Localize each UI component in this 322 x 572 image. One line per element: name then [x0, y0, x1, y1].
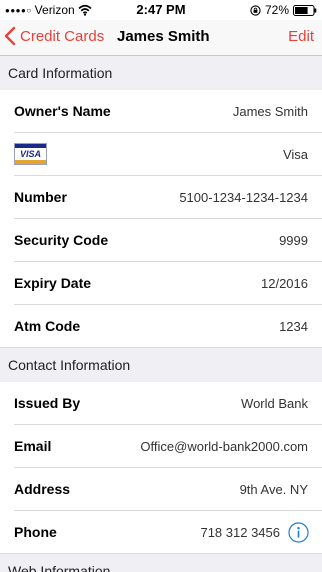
- phone-label: Phone: [14, 524, 57, 540]
- expiry-date-label: Expiry Date: [14, 275, 92, 291]
- row-expiry-date[interactable]: Expiry Date 12/2016: [0, 262, 322, 305]
- address-value: 9th Ave. NY: [239, 482, 308, 497]
- row-owner-name[interactable]: Owner's Name James Smith: [0, 90, 322, 133]
- atm-code-value: 1234: [279, 319, 308, 334]
- card-number-label: Number: [14, 189, 67, 205]
- back-button-label: Credit Cards: [20, 27, 105, 45]
- rotation-lock-icon: [250, 4, 261, 16]
- phone-value[interactable]: 718 312 3456: [200, 511, 280, 554]
- row-card-brand[interactable]: VISA Visa: [0, 133, 322, 176]
- email-value[interactable]: Office@world-bank2000.com: [140, 425, 308, 468]
- navigation-bar: Credit Cards James Smith Edit: [0, 20, 322, 56]
- card-number-value: 5100-1234-1234-1234: [179, 190, 308, 205]
- email-label: Email: [14, 438, 52, 454]
- security-code-value: 9999: [279, 233, 308, 248]
- row-atm-code[interactable]: Atm Code 1234: [0, 305, 322, 348]
- card-brand-value: Visa: [282, 147, 308, 162]
- visa-logo-text: VISA: [19, 149, 41, 159]
- visa-logo-icon: VISA: [14, 143, 47, 165]
- chevron-left-icon: [4, 26, 16, 46]
- battery-fill: [295, 6, 308, 14]
- security-code-label: Security Code: [14, 232, 109, 248]
- owner-name-value: James Smith: [232, 104, 308, 119]
- row-email[interactable]: Email Office@world-bank2000.com: [0, 425, 322, 468]
- address-label: Address: [14, 481, 71, 497]
- row-card-number[interactable]: Number 5100-1234-1234-1234: [0, 176, 322, 219]
- status-right: 72%: [250, 3, 317, 17]
- issued-by-label: Issued By: [14, 395, 81, 411]
- row-phone[interactable]: Phone 718 312 3456: [0, 511, 322, 554]
- edit-button[interactable]: Edit: [288, 28, 314, 45]
- info-circle-icon[interactable]: [288, 522, 309, 543]
- owner-name-label: Owner's Name: [14, 103, 111, 119]
- row-security-code[interactable]: Security Code 9999: [0, 219, 322, 262]
- status-bar: ●●●●○ Verizon 2:47 PM 72%: [0, 0, 322, 20]
- row-issued-by[interactable]: Issued By World Bank: [0, 382, 322, 425]
- expiry-date-value: 12/2016: [261, 276, 308, 291]
- visa-logo-bottom-band: [15, 160, 46, 164]
- row-address[interactable]: Address 9th Ave. NY: [0, 468, 322, 511]
- atm-code-label: Atm Code: [14, 318, 81, 334]
- back-button[interactable]: Credit Cards: [4, 26, 104, 46]
- battery-icon: [293, 4, 317, 16]
- page-title: James Smith: [117, 28, 210, 45]
- section-header-contact-information: Contact Information: [0, 348, 322, 382]
- section-header-web-information: Web Information: [0, 554, 322, 572]
- battery-percent: 72%: [264, 3, 289, 17]
- section-header-card-information: Card Information: [0, 56, 322, 90]
- issued-by-value: World Bank: [241, 396, 308, 411]
